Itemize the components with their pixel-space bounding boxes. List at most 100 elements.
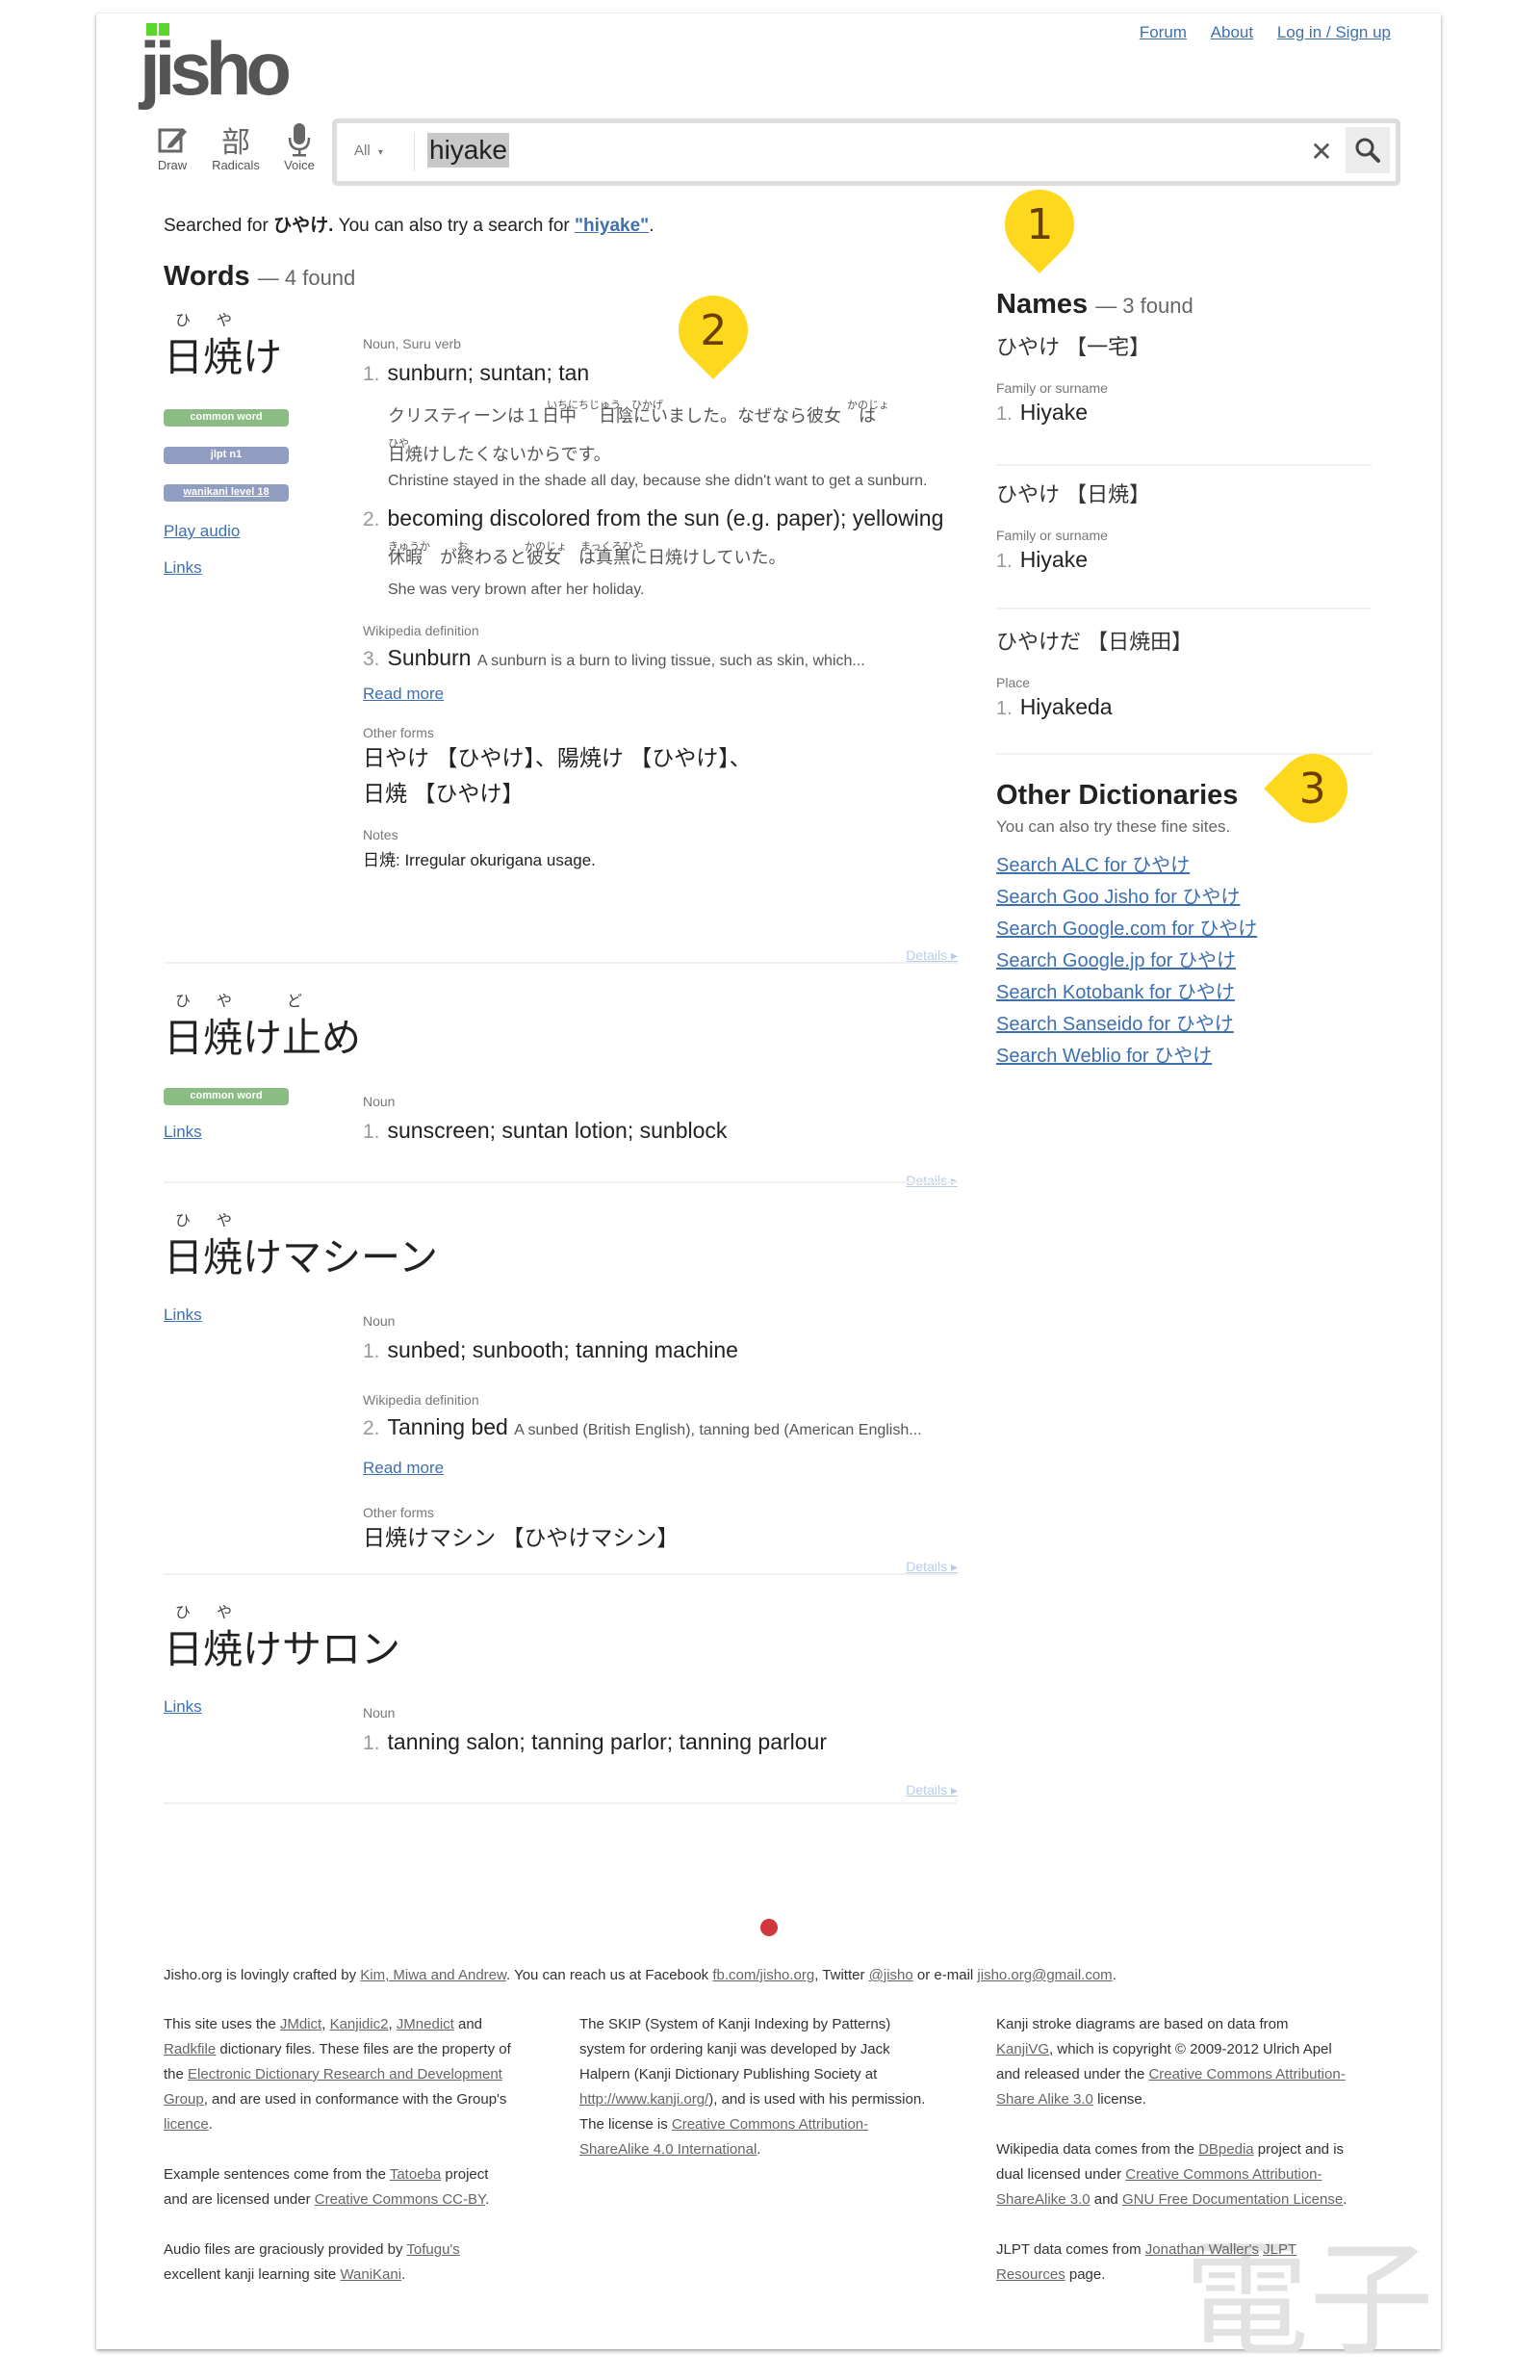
meaning: 1. sunbed; sunbooth; tanning machine — [363, 1332, 955, 1369]
read-more-link[interactable]: Read more — [363, 685, 444, 704]
footer-column-3: Kanji stroke diagrams are based on data … — [996, 2012, 1348, 2313]
other-forms-line: 日焼 【ひやけ】 — [363, 781, 525, 806]
jonathan-waller-link[interactable]: Jonathan Waller's — [1145, 2241, 1259, 2258]
name-type: Family or surname — [996, 528, 1108, 543]
search-sanseido-link[interactable]: Search Sanseido for ひやけ — [996, 1009, 1257, 1041]
meaning-number: 1. — [363, 1340, 380, 1362]
kanji-org-link[interactable]: http://www.kanji.org/ — [579, 2091, 708, 2108]
entry-divider — [164, 1181, 958, 1183]
gnu-fdl-link[interactable]: GNU Free Documentation License — [1122, 2191, 1343, 2208]
search-kotobank-link[interactable]: Search Kotobank for ひやけ — [996, 977, 1257, 1009]
links-link[interactable]: Links — [164, 1123, 202, 1142]
footer-column-2: The SKIP (System of Kanji Indexing by Pa… — [579, 2012, 931, 2187]
wanikani-badge[interactable]: wanikani level 18 — [164, 484, 289, 502]
details-link[interactable]: Details ▸ — [906, 1782, 958, 1798]
licence-link[interactable]: licence — [164, 2116, 209, 2133]
footer-paragraph: The SKIP (System of Kanji Indexing by Pa… — [579, 2012, 931, 2162]
links-link[interactable]: Links — [164, 558, 202, 578]
name-reading: Hiyake — [1019, 547, 1088, 572]
radicals-button[interactable]: 部 Radicals — [204, 121, 268, 172]
footer-paragraph: Kanji stroke diagrams are based on data … — [996, 2012, 1348, 2112]
name-reading: Hiyakeda — [1019, 694, 1113, 719]
footer-text: . — [757, 2141, 761, 2158]
other-forms-label: Other forms — [363, 1505, 434, 1520]
credit-text: . You can reach us at Facebook — [506, 1967, 713, 1983]
read-more-link[interactable]: Read more — [363, 1459, 444, 1477]
other-forms: 日焼けマシン 【ひやけマシン】 — [363, 1520, 955, 1556]
search-button[interactable] — [1346, 127, 1390, 173]
facebook-link[interactable]: fb.com/jisho.org — [712, 1967, 814, 1983]
footer-paragraph: JLPT data comes from Jonathan Waller's J… — [996, 2238, 1348, 2288]
links-link[interactable]: Links — [164, 1697, 202, 1717]
search-divider — [414, 133, 415, 171]
footer-paragraph: Wikipedia data comes from the DBpedia pr… — [996, 2137, 1348, 2212]
search-filter-select[interactable]: All ▾ — [354, 142, 383, 159]
radkfile-link[interactable]: Radkfile — [164, 2041, 216, 2057]
ruby-text: お — [457, 541, 468, 553]
notes-label: Notes — [363, 827, 398, 842]
kanjivg-link[interactable]: KanjiVG — [996, 2041, 1049, 2057]
meaning-text: sunbed; sunbooth; tanning machine — [387, 1337, 738, 1362]
footer-text: . — [485, 2191, 490, 2208]
words-title: Words — [164, 261, 250, 292]
other-dictionaries-section: Other Dictionaries You can also try thes… — [996, 780, 1257, 1073]
meaning-number: 1. — [363, 1121, 380, 1143]
radicals-label: Radicals — [212, 158, 260, 172]
login-signup-link[interactable]: Log in / Sign up — [1277, 23, 1391, 41]
about-link[interactable]: About — [1211, 23, 1253, 41]
forum-link[interactable]: Forum — [1140, 23, 1187, 41]
search-filter-value: All — [354, 142, 371, 159]
meaning: 1. sunburn; suntan; tan — [363, 355, 955, 392]
twitter-link[interactable]: @jisho — [869, 1967, 913, 1983]
play-audio-link[interactable]: Play audio — [164, 522, 240, 541]
authors-link[interactable]: Kim, Miwa and Andrew — [360, 1967, 506, 1983]
ruby-text: まっくろひや — [580, 541, 644, 553]
name-heading: ひやけだ 【日焼田】 — [996, 630, 1194, 654]
meaning-text: tanning salon; tanning parlor; tanning p… — [387, 1729, 828, 1754]
kanjidic2-link[interactable]: Kanjidic2 — [330, 2016, 389, 2032]
jmdict-link[interactable]: JMdict — [280, 2016, 321, 2032]
entry-divider — [164, 1573, 958, 1575]
links-link[interactable]: Links — [164, 1306, 202, 1325]
search-alc-link[interactable]: Search ALC for ひやけ — [996, 850, 1257, 882]
jisho-logo[interactable]: jisho — [140, 23, 313, 115]
meaning-text: becoming discolored from the sun (e.g. p… — [387, 505, 944, 530]
search-weblio-link[interactable]: Search Weblio for ひやけ — [996, 1041, 1257, 1073]
example-japanese: いちにちじゅう ひかげ かのじょ クリスティーンは１日中 日陰にいました。なぜな… — [388, 400, 955, 428]
email-link[interactable]: jisho.org@gmail.com — [977, 1967, 1112, 1983]
other-forms: 日やけ 【ひやけ】、陽焼け 【ひやけ】、 日焼 【ひやけ】 — [363, 740, 955, 812]
cc-by-link[interactable]: Creative Commons CC-BY — [315, 2191, 485, 2208]
annotation-marker-1: 1 — [990, 175, 1089, 273]
footer-paragraph: Example sentences come from the Tatoeba … — [164, 2162, 515, 2212]
footer-paragraph: This site uses the JMdict, Kanjidic2, JM… — [164, 2012, 515, 2137]
tofugu-link[interactable]: Tofugu's — [406, 2241, 459, 2258]
meanings: Noun, Suru verb 1. sunburn; suntan; tan い… — [363, 336, 955, 870]
draw-button[interactable]: Draw — [141, 121, 204, 172]
wanikani-link[interactable]: WaniKani — [340, 2266, 401, 2283]
other-forms-label: Other forms — [363, 725, 434, 740]
search-notice: Searched for ひやけ. You can also try a sea… — [164, 211, 654, 237]
name-number: 1. — [996, 551, 1013, 572]
alternate-search-link[interactable]: "hiyake" — [575, 216, 649, 236]
footer-text: page. — [1065, 2266, 1106, 2283]
jmnedict-link[interactable]: JMnedict — [397, 2016, 454, 2032]
ruby-text: ひかげ — [631, 400, 663, 411]
word-kanji: 日焼けマシーン — [164, 1235, 438, 1280]
search-goo-link[interactable]: Search Goo Jisho for ひやけ — [996, 882, 1257, 914]
meanings: Noun 1. tanning salon; tanning parlor; ta… — [363, 1705, 955, 1761]
tatoeba-link[interactable]: Tatoeba — [390, 2166, 441, 2183]
search-input[interactable]: hiyake — [427, 133, 509, 168]
voice-button[interactable]: Voice — [268, 121, 331, 172]
search-google-com-link[interactable]: Search Google.com for ひやけ — [996, 914, 1257, 945]
word-tags: common word jlpt n1 wanikani level 18 — [164, 409, 289, 522]
footer-text: and — [453, 2016, 483, 2032]
dbpedia-link[interactable]: DBpedia — [1198, 2141, 1254, 2158]
clear-search-icon[interactable]: ✕ — [1307, 133, 1336, 171]
name-divider — [996, 464, 1372, 466]
search-google-jp-link[interactable]: Search Google.jp for ひやけ — [996, 945, 1257, 977]
name-heading: ひやけ 【日焼】 — [996, 482, 1151, 506]
example-sentence: いちにちじゅう ひかげ かのじょ クリスティーンは１日中 日陰にいました。なぜな… — [388, 400, 955, 489]
common-word-badge: common word — [164, 1088, 289, 1105]
wiki-description: A sunbed (British English), tanning bed … — [514, 1422, 922, 1438]
meaning-text: sunscreen; suntan lotion; sunblock — [387, 1118, 728, 1143]
